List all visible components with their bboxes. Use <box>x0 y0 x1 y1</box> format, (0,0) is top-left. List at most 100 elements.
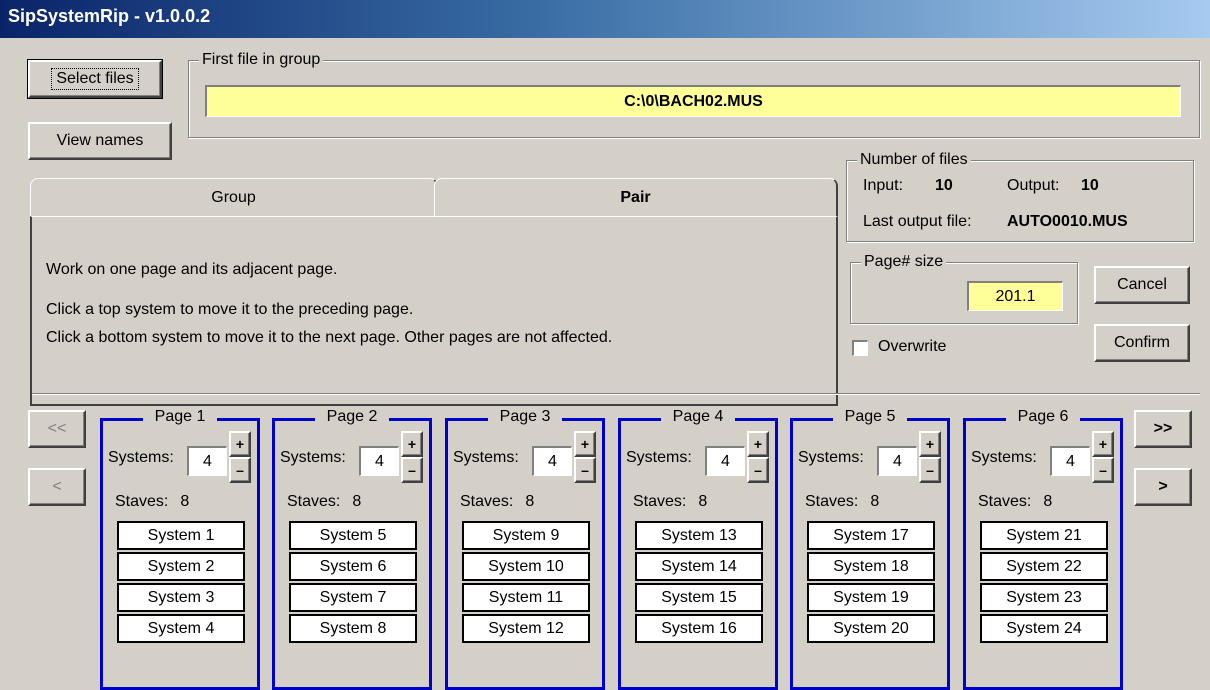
confirm-button[interactable]: Confirm <box>1094 324 1190 362</box>
system-label: System 20 <box>833 619 909 637</box>
systems-input[interactable]: 4 <box>359 446 399 476</box>
system-button[interactable]: System 3 <box>117 583 245 612</box>
minus-icon: – <box>581 462 589 478</box>
system-button[interactable]: System 1 <box>117 521 245 550</box>
next-page-button[interactable]: > <box>1134 468 1192 506</box>
plus-icon: + <box>925 436 935 452</box>
staves-value: 8 <box>1043 493 1053 510</box>
cancel-label: Cancel <box>1117 276 1167 293</box>
page-panel-3: Page 3 Systems: 4 + – Staves: 8 System 9 System … <box>445 408 605 690</box>
page-title: Page 6 <box>966 408 1120 426</box>
staves-label: Staves: <box>633 493 687 510</box>
systems-value: 4 <box>375 452 384 470</box>
minus-icon: – <box>236 462 244 478</box>
system-button[interactable]: System 10 <box>462 552 590 581</box>
system-button[interactable]: System 17 <box>807 521 935 550</box>
first-file-field: C:\0\BACH02.MUS <box>205 85 1181 117</box>
system-button[interactable]: System 2 <box>117 552 245 581</box>
systems-minus-button[interactable]: – <box>401 457 423 483</box>
tab-group-label: Group <box>211 188 256 206</box>
staves-label: Staves: <box>460 493 514 510</box>
page-title-label: Page 1 <box>142 408 218 425</box>
system-button[interactable]: System 9 <box>462 521 590 550</box>
systems-minus-button[interactable]: – <box>1092 457 1114 483</box>
system-button[interactable]: System 22 <box>980 552 1108 581</box>
tab-pair-label: Pair <box>620 188 651 206</box>
system-label: System 16 <box>661 619 737 637</box>
systems-plus-button[interactable]: + <box>747 431 769 457</box>
system-label: System 2 <box>147 557 215 575</box>
system-label: System 3 <box>147 588 215 606</box>
system-button[interactable]: System 20 <box>807 614 935 643</box>
tab-pair[interactable]: Pair <box>434 178 838 216</box>
staves-info: Staves: 8 <box>633 493 707 511</box>
systems-value: 4 <box>893 452 902 470</box>
system-button[interactable]: System 14 <box>635 552 763 581</box>
system-button[interactable]: System 8 <box>289 614 417 643</box>
system-button[interactable]: System 16 <box>635 614 763 643</box>
system-button[interactable]: System 5 <box>289 521 417 550</box>
page-title: Page 4 <box>621 408 775 426</box>
system-button[interactable]: System 21 <box>980 521 1108 550</box>
staves-value: 8 <box>525 493 535 510</box>
system-button[interactable]: System 23 <box>980 583 1108 612</box>
system-button[interactable]: System 6 <box>289 552 417 581</box>
page-title-label: Page 4 <box>660 408 736 425</box>
mode-tabs: Group Pair Work on one page and its adja… <box>30 178 838 410</box>
systems-label: Systems: <box>280 449 346 466</box>
view-names-label: View names <box>56 132 144 149</box>
window-title: SipSystemRip - v1.0.0.2 <box>8 6 211 26</box>
system-button[interactable]: System 19 <box>807 583 935 612</box>
systems-value: 4 <box>203 452 212 470</box>
systems-minus-button[interactable]: – <box>229 457 251 483</box>
systems-input[interactable]: 4 <box>187 446 227 476</box>
system-button[interactable]: System 24 <box>980 614 1108 643</box>
page-title-label: Page 5 <box>832 408 908 425</box>
systems-minus-button[interactable]: – <box>919 457 941 483</box>
minus-icon: – <box>1099 462 1107 478</box>
prev-page-button[interactable]: < <box>28 468 86 506</box>
systems-minus-button[interactable]: – <box>747 457 769 483</box>
view-names-button[interactable]: View names <box>28 122 172 160</box>
systems-plus-button[interactable]: + <box>1092 431 1114 457</box>
systems-input[interactable]: 4 <box>877 446 917 476</box>
first-file-group: First file in group C:\0\BACH02.MUS <box>188 50 1200 138</box>
overwrite-label: Overwrite <box>878 338 947 355</box>
systems-input[interactable]: 4 <box>532 446 572 476</box>
tab-group[interactable]: Group <box>30 178 438 216</box>
overwrite-checkbox[interactable] <box>852 340 868 356</box>
system-label: System 13 <box>661 526 737 544</box>
select-files-button[interactable]: Select files <box>27 59 163 99</box>
system-button[interactable]: System 13 <box>635 521 763 550</box>
system-button[interactable]: System 12 <box>462 614 590 643</box>
systems-plus-button[interactable]: + <box>229 431 251 457</box>
pair-text-line2: Click a top system to move it to the pre… <box>46 301 414 318</box>
systems-plus-button[interactable]: + <box>574 431 596 457</box>
systems-minus-button[interactable]: – <box>574 457 596 483</box>
systems-plus-button[interactable]: + <box>919 431 941 457</box>
next-page-label: > <box>1158 478 1168 495</box>
system-button[interactable]: System 4 <box>117 614 245 643</box>
system-label: System 11 <box>488 588 564 606</box>
system-label: System 15 <box>661 588 737 606</box>
staves-label: Staves: <box>978 493 1032 510</box>
system-label: System 8 <box>319 619 387 637</box>
system-button[interactable]: System 11 <box>462 583 590 612</box>
system-label: System 17 <box>833 526 909 544</box>
system-button[interactable]: System 15 <box>635 583 763 612</box>
page-size-input[interactable]: 201.1 <box>967 281 1063 311</box>
page-panel-4: Page 4 Systems: 4 + – Staves: 8 System 13 System… <box>618 408 778 690</box>
system-button[interactable]: System 7 <box>289 583 417 612</box>
cancel-button[interactable]: Cancel <box>1094 266 1190 304</box>
last-page-button[interactable]: >> <box>1134 410 1192 448</box>
systems-input[interactable]: 4 <box>1050 446 1090 476</box>
first-page-button[interactable]: << <box>28 410 86 448</box>
system-button[interactable]: System 18 <box>807 552 935 581</box>
system-label: System 14 <box>661 557 737 575</box>
first-file-value: C:\0\BACH02.MUS <box>624 92 763 110</box>
systems-plus-button[interactable]: + <box>401 431 423 457</box>
page-title: Page 1 <box>103 408 257 426</box>
pair-text-line3: Click a bottom system to move it to the … <box>46 329 613 346</box>
systems-input[interactable]: 4 <box>705 446 745 476</box>
page-title: Page 2 <box>275 408 429 426</box>
